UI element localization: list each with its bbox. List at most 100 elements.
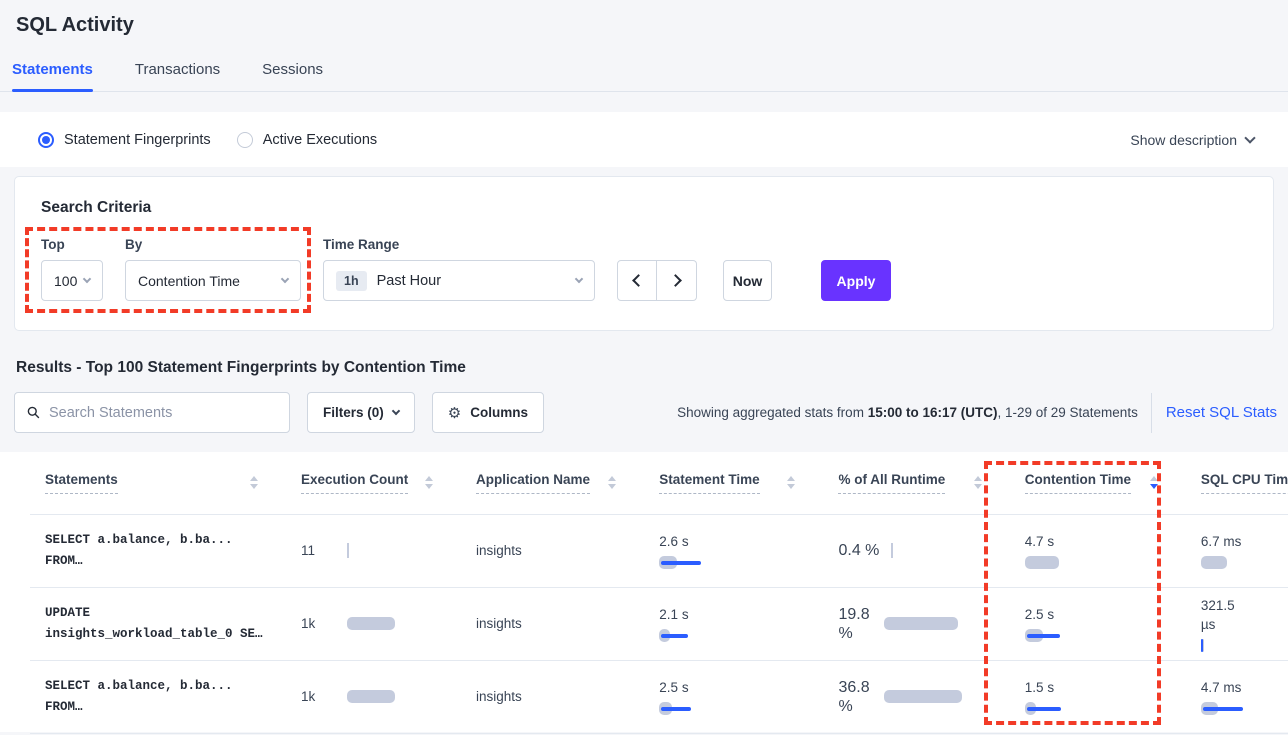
radio-selected-icon[interactable] — [38, 132, 54, 148]
show-description-toggle[interactable]: Show description — [1130, 132, 1254, 148]
tab-transactions[interactable]: Transactions — [135, 61, 220, 91]
col-header-statements[interactable]: Statements — [30, 452, 286, 514]
results-heading: Results - Top 100 Statement Fingerprints… — [16, 359, 1272, 377]
radio-active-executions[interactable]: Active Executions — [237, 132, 377, 148]
statement-time-bar — [659, 629, 823, 642]
sort-arrows-icon[interactable] — [787, 476, 795, 489]
contention-time-bar — [1025, 702, 1186, 715]
toolbar-divider — [1151, 393, 1152, 433]
columns-label: Columns — [470, 405, 528, 420]
statement-link[interactable]: UPDATEinsights_workload_table_0 SE… — [45, 603, 286, 645]
page-header: SQL Activity — [0, 0, 1288, 37]
statement-search-box[interactable] — [14, 392, 290, 433]
sql-cpu-value: 4.7 ms — [1201, 678, 1288, 697]
by-field: By Contention Time — [125, 237, 301, 301]
exec-count-bar — [347, 617, 395, 630]
top-value: 100 — [54, 273, 77, 289]
col-header-statement-time[interactable]: Statement Time — [644, 452, 823, 514]
top-select[interactable]: 100 — [41, 260, 103, 301]
col-header-runtime-pct[interactable]: % of All Runtime — [823, 452, 1009, 514]
time-range-field: Time Range 1h Past Hour — [323, 237, 595, 301]
sort-arrows-icon[interactable] — [250, 476, 258, 489]
sort-arrows-icon[interactable] — [974, 476, 982, 489]
statement-time-value: 2.5 s — [659, 678, 823, 697]
time-range-label: Time Range — [323, 237, 595, 252]
exec-count-bar — [347, 690, 395, 703]
tab-statements[interactable]: Statements — [12, 61, 93, 91]
prev-time-button[interactable] — [617, 260, 657, 301]
statement-time-bar — [659, 702, 823, 715]
app-name: insights — [476, 543, 522, 558]
statement-time-value: 2.6 s — [659, 532, 823, 551]
sql-cpu-value: 321.5 µs — [1201, 596, 1288, 634]
view-toggle-bar: Statement Fingerprints Active Executions… — [0, 112, 1288, 167]
runtime-pct-value: 0.4 % — [838, 541, 879, 560]
table-row: UPDATEinsights_workload_table_0 SE… 1k i… — [30, 587, 1288, 660]
col-header-contention-time[interactable]: Contention Time — [1010, 452, 1186, 514]
apply-button[interactable]: Apply — [821, 260, 891, 301]
radio-label: Active Executions — [263, 132, 377, 148]
statement-link[interactable]: SELECT a.balance, b.ba...FROM… — [45, 676, 286, 718]
radio-unselected-icon[interactable] — [237, 132, 253, 148]
table-header-row: Statements Execution Count Application N… — [30, 452, 1288, 514]
time-nav-group — [617, 260, 697, 301]
runtime-pct-bar — [891, 544, 893, 557]
top-label: Top — [41, 237, 103, 252]
runtime-pct-bar — [884, 690, 962, 703]
tab-bar: Statements Transactions Sessions — [0, 61, 1288, 92]
statements-table: Statements Execution Count Application N… — [30, 452, 1288, 734]
search-criteria-card: Search Criteria Top 100 By Contention Ti… — [14, 176, 1274, 331]
by-select[interactable]: Contention Time — [125, 260, 301, 301]
statement-time-bar — [659, 556, 823, 569]
search-statements-input[interactable] — [49, 405, 277, 421]
aggregated-stats-text: Showing aggregated stats from 15:00 to 1… — [677, 405, 1138, 420]
app-name: insights — [476, 616, 522, 631]
app-name: insights — [476, 689, 522, 704]
chevron-down-icon — [1244, 132, 1255, 143]
table-row: SELECT a.balance, b.ba...FROM… 11 insigh… — [30, 514, 1288, 587]
radio-label: Statement Fingerprints — [64, 132, 211, 148]
gear-icon: ⚙ — [448, 404, 461, 422]
sql-cpu-bar — [1201, 702, 1288, 715]
page-title: SQL Activity — [16, 14, 1272, 37]
col-header-application-name[interactable]: Application Name — [461, 452, 644, 514]
chevron-right-icon — [669, 274, 682, 287]
col-header-sql-cpu-time[interactable]: SQL CPU Time — [1186, 452, 1288, 514]
contention-time-value: 4.7 s — [1025, 532, 1186, 551]
statement-time-value: 2.1 s — [659, 605, 823, 624]
time-range-select[interactable]: 1h Past Hour — [323, 260, 595, 301]
columns-button[interactable]: ⚙ Columns — [432, 392, 544, 433]
exec-count-value: 1k — [301, 687, 335, 706]
by-value: Contention Time — [138, 273, 240, 289]
filters-label: Filters (0) — [323, 405, 384, 420]
statement-link[interactable]: SELECT a.balance, b.ba...FROM… — [45, 530, 286, 572]
chevron-down-icon — [83, 274, 91, 282]
tab-sessions[interactable]: Sessions — [262, 61, 323, 91]
time-range-badge: 1h — [336, 271, 367, 291]
now-button[interactable]: Now — [723, 260, 772, 301]
chevron-down-icon — [392, 406, 400, 414]
sql-cpu-bar — [1201, 639, 1288, 652]
sort-arrows-icon[interactable] — [1150, 476, 1158, 489]
radio-statement-fingerprints[interactable]: Statement Fingerprints — [38, 132, 211, 148]
filters-button[interactable]: Filters (0) — [307, 392, 415, 433]
show-description-label: Show description — [1130, 132, 1237, 148]
next-time-button[interactable] — [657, 260, 697, 301]
chevron-down-icon — [281, 274, 289, 282]
sort-arrows-icon[interactable] — [425, 476, 433, 489]
table-row: SELECT a.balance, b.ba...FROM… 1k insigh… — [30, 660, 1288, 733]
runtime-pct-value: 36.8 % — [838, 678, 872, 716]
sql-cpu-value: 6.7 ms — [1201, 532, 1288, 551]
contention-time-value: 1.5 s — [1025, 678, 1186, 697]
sql-cpu-bar — [1201, 556, 1288, 569]
runtime-pct-bar — [884, 617, 958, 630]
contention-time-bar — [1025, 629, 1186, 642]
search-icon — [27, 406, 40, 419]
col-header-execution-count[interactable]: Execution Count — [286, 452, 461, 514]
contention-time-value: 2.5 s — [1025, 605, 1186, 624]
results-toolbar: Filters (0) ⚙ Columns Showing aggregated… — [0, 392, 1288, 433]
chevron-down-icon — [575, 274, 583, 282]
reset-sql-stats-link[interactable]: Reset SQL Stats — [1166, 404, 1277, 421]
exec-count-value: 1k — [301, 614, 335, 633]
sort-arrows-icon[interactable] — [608, 476, 616, 489]
